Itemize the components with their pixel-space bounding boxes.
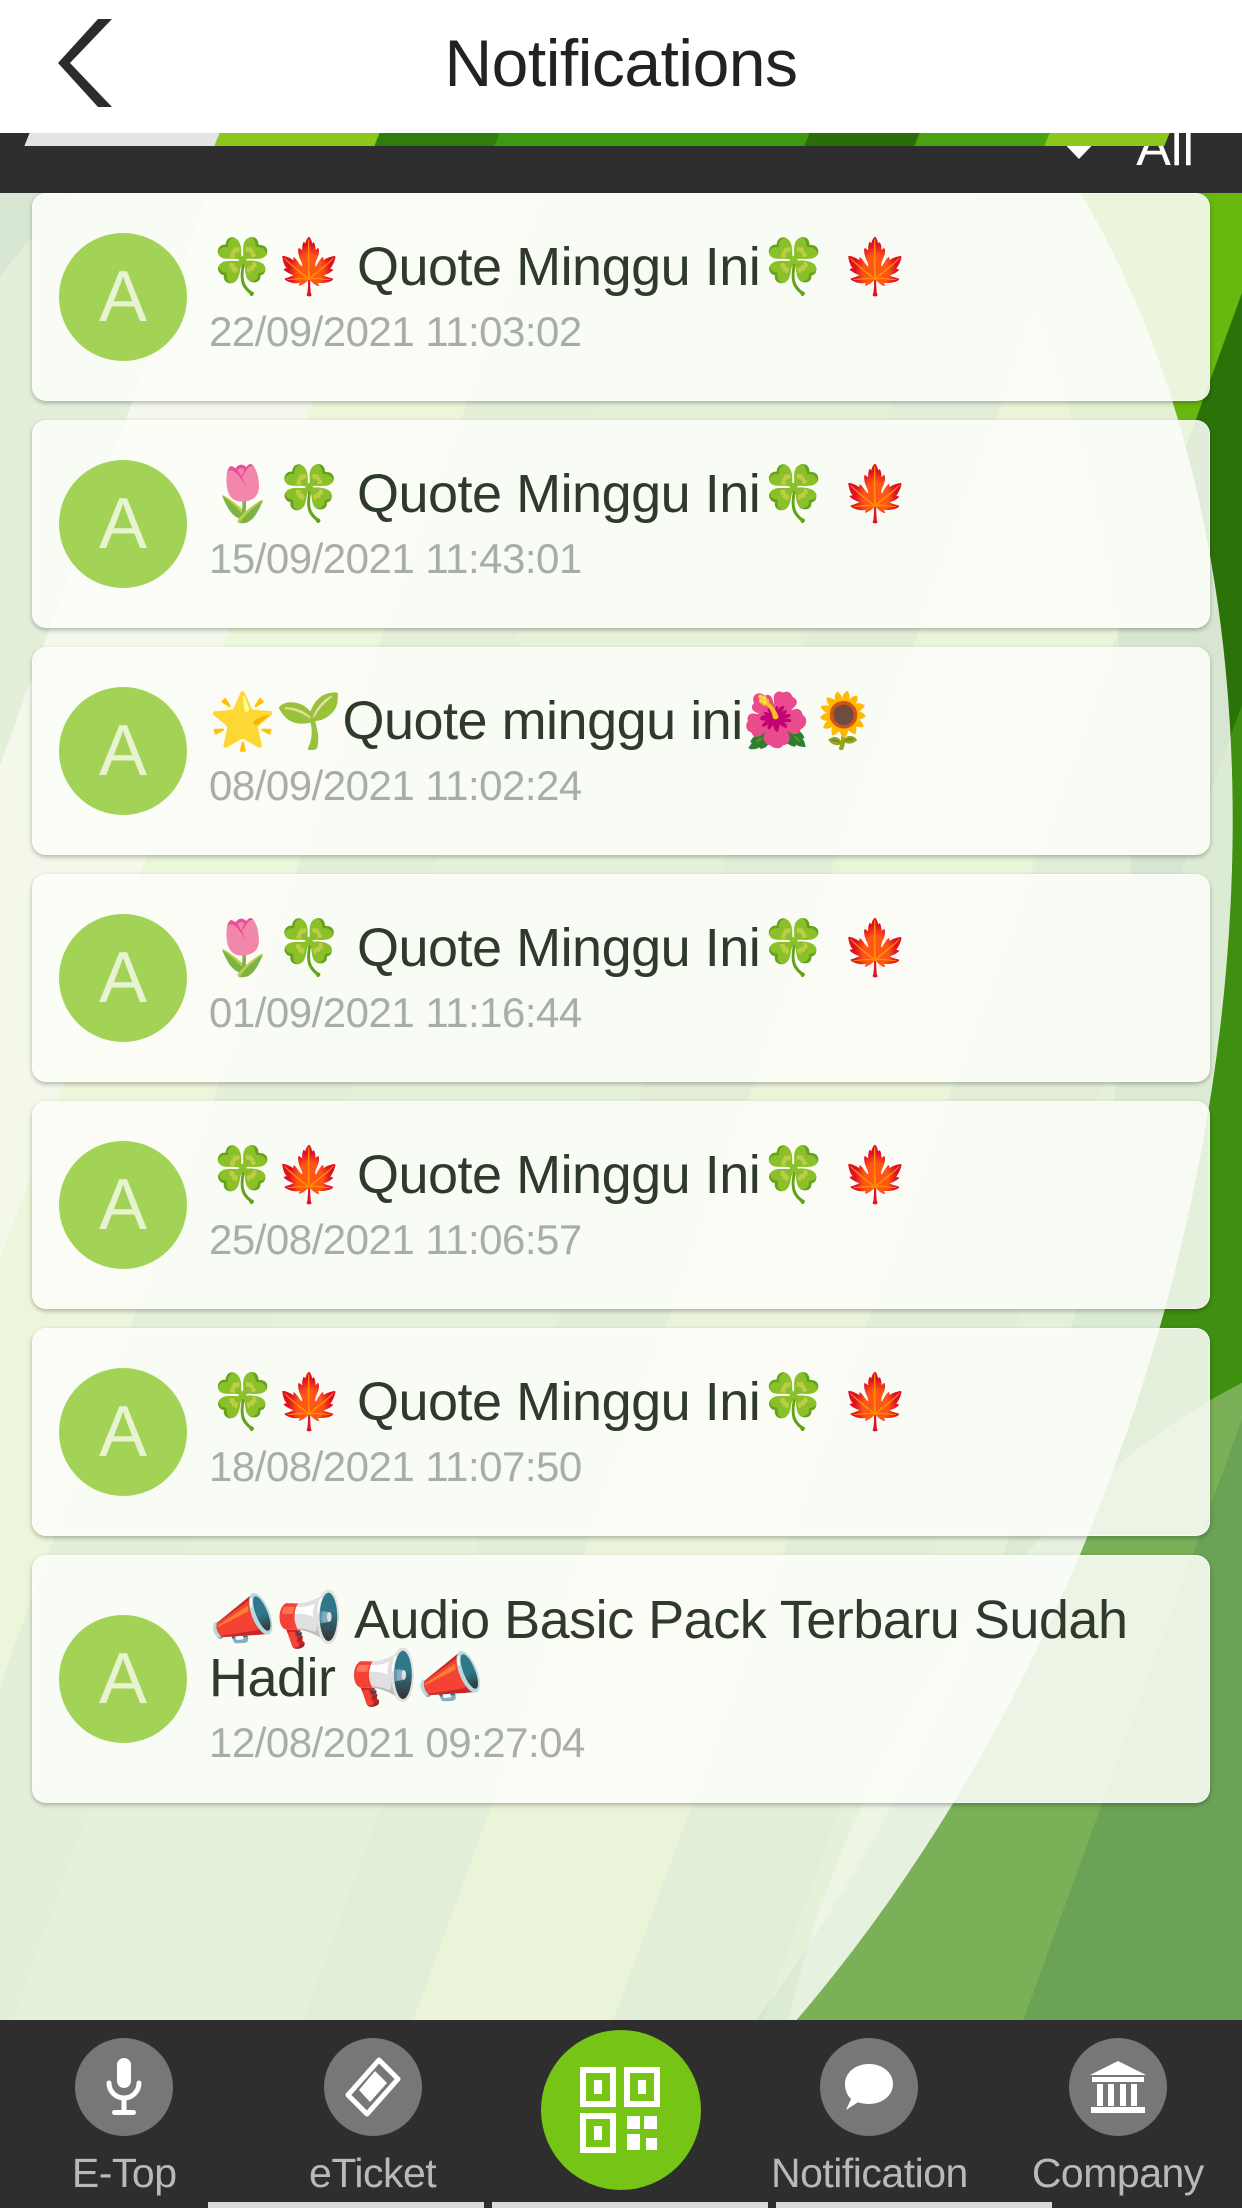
nav-bottom-divider bbox=[0, 2202, 1242, 2208]
notification-timestamp: 12/08/2021 09:27:04 bbox=[209, 1719, 585, 1767]
qr-code-icon bbox=[580, 2067, 661, 2153]
nav-item-etop[interactable]: E-Top bbox=[0, 2020, 248, 2208]
nav-item-company[interactable]: Company bbox=[994, 2020, 1242, 2208]
nav-icon-circle bbox=[1068, 2038, 1167, 2136]
notification-title: 🍀🍁 Quote Minggu Ini🍀 🍁 bbox=[209, 236, 909, 297]
notification-timestamp: 22/09/2021 11:03:02 bbox=[209, 308, 582, 356]
page-title: Notifications bbox=[444, 25, 799, 100]
notification-card[interactable]: A 🌷🍀 Quote Minggu Ini🍀 🍁 01/09/2021 11:1… bbox=[32, 874, 1210, 1082]
notification-title: 🍀🍁 Quote Minggu Ini🍀 🍁 bbox=[209, 1144, 909, 1205]
bank-building-icon bbox=[1089, 2061, 1146, 2113]
nav-item-eticket[interactable]: eTicket bbox=[248, 2020, 496, 2208]
avatar: A bbox=[59, 233, 187, 361]
notifications-screen: Notifications All A 🍀🍁 Quote Minggu Ini🍀… bbox=[0, 0, 1242, 2208]
notification-timestamp: 01/09/2021 11:16:44 bbox=[209, 989, 582, 1037]
avatar: A bbox=[59, 914, 187, 1042]
notification-content: 🌷🍀 Quote Minggu Ini🍀 🍁 01/09/2021 11:16:… bbox=[209, 919, 1191, 1037]
notification-title: 🌟🌱Quote minggu ini🌺🌻 bbox=[209, 690, 877, 751]
nav-item-qr-scan[interactable] bbox=[497, 2020, 745, 2208]
nav-icon-circle bbox=[323, 2038, 422, 2136]
notification-timestamp: 25/08/2021 11:06:57 bbox=[209, 1216, 582, 1264]
avatar: A bbox=[59, 687, 187, 815]
speech-bubble-icon bbox=[845, 2064, 894, 2110]
notification-title: 🍀🍁 Quote Minggu Ini🍀 🍁 bbox=[209, 1371, 909, 1432]
ticket-icon bbox=[345, 2057, 401, 2117]
nav-label: eTicket bbox=[309, 2150, 437, 2196]
notification-timestamp: 15/09/2021 11:43:01 bbox=[209, 535, 582, 583]
nav-label: Notification bbox=[771, 2150, 968, 2196]
avatar: A bbox=[59, 1615, 187, 1743]
notification-content: 🍀🍁 Quote Minggu Ini🍀 🍁 25/08/2021 11:06:… bbox=[209, 1146, 1191, 1264]
notification-timestamp: 08/09/2021 11:02:24 bbox=[209, 762, 582, 810]
notification-card[interactable]: A 🌷🍀 Quote Minggu Ini🍀 🍁 15/09/2021 11:4… bbox=[32, 420, 1210, 628]
notification-content: 🌟🌱Quote minggu ini🌺🌻 08/09/2021 11:02:24 bbox=[209, 692, 1191, 810]
notification-title: 📣📢 Audio Basic Pack Terbaru Sudah Hadir … bbox=[209, 1589, 1128, 1708]
notification-timestamp: 18/08/2021 11:07:50 bbox=[209, 1443, 582, 1491]
notification-content: 🍀🍁 Quote Minggu Ini🍀 🍁 22/09/2021 11:03:… bbox=[209, 238, 1191, 356]
notification-content: 🍀🍁 Quote Minggu Ini🍀 🍁 18/08/2021 11:07:… bbox=[209, 1373, 1191, 1491]
notification-content: 🌷🍀 Quote Minggu Ini🍀 🍁 15/09/2021 11:43:… bbox=[209, 465, 1191, 583]
microphone-icon bbox=[106, 2058, 142, 2115]
notification-title: 🌷🍀 Quote Minggu Ini🍀 🍁 bbox=[209, 917, 909, 978]
avatar: A bbox=[59, 1368, 187, 1496]
nav-icon-circle bbox=[820, 2038, 919, 2136]
notification-card[interactable]: A 🌟🌱Quote minggu ini🌺🌻 08/09/2021 11:02:… bbox=[32, 647, 1210, 855]
notification-card[interactable]: A 🍀🍁 Quote Minggu Ini🍀 🍁 22/09/2021 11:0… bbox=[32, 193, 1210, 401]
qr-scan-button[interactable] bbox=[541, 2030, 702, 2190]
notification-content: 📣📢 Audio Basic Pack Terbaru Sudah Hadir … bbox=[209, 1591, 1191, 1768]
nav-icon-circle bbox=[75, 2038, 174, 2136]
notification-title: 🌷🍀 Quote Minggu Ini🍀 🍁 bbox=[209, 463, 909, 524]
notification-card[interactable]: A 🍀🍁 Quote Minggu Ini🍀 🍁 25/08/2021 11:0… bbox=[32, 1101, 1210, 1309]
nav-item-notification[interactable]: Notification bbox=[745, 2020, 993, 2208]
app-header: Notifications bbox=[0, 0, 1242, 133]
nav-label: E-Top bbox=[71, 2150, 177, 2196]
bottom-navigation: E-Top eTicket Notification Company bbox=[0, 2020, 1242, 2208]
avatar: A bbox=[59, 1141, 187, 1269]
nav-label: Company bbox=[1031, 2150, 1204, 2196]
notification-card[interactable]: A 📣📢 Audio Basic Pack Terbaru Sudah Hadi… bbox=[32, 1555, 1210, 1803]
notification-card[interactable]: A 🍀🍁 Quote Minggu Ini🍀 🍁 18/08/2021 11:0… bbox=[32, 1328, 1210, 1536]
notification-list[interactable]: A 🍀🍁 Quote Minggu Ini🍀 🍁 22/09/2021 11:0… bbox=[0, 193, 1242, 2020]
avatar: A bbox=[59, 460, 187, 588]
